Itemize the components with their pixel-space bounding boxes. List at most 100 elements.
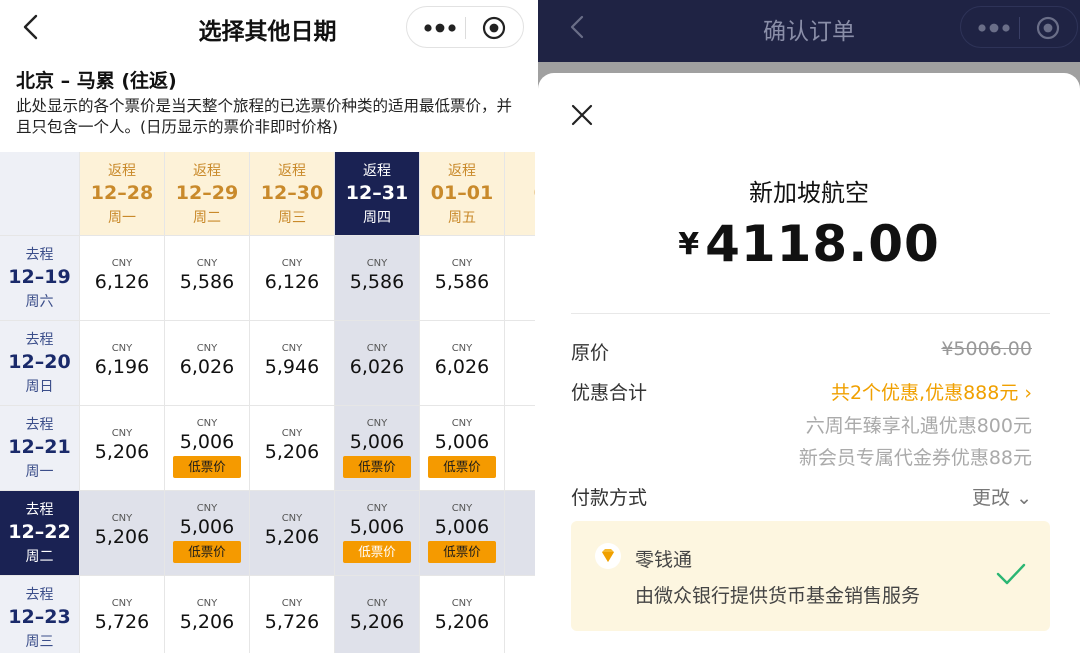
fare-price: 5,206 [349, 611, 405, 633]
return-weekday: 周四 [363, 210, 391, 226]
fare-currency: CNY [111, 598, 133, 609]
depart-date: 12–19 [8, 266, 71, 288]
fare-price: 6 [505, 258, 535, 280]
change-payment-button[interactable]: 更改 ⌄ [972, 483, 1032, 510]
depart-date-header[interactable]: 去程 12–19 周六 [0, 236, 80, 321]
fare-cell[interactable]: 6 [505, 236, 535, 321]
fare-currency: CNY [451, 598, 473, 609]
fare-price: 5,206 [94, 526, 150, 548]
fare-cell[interactable]: CNY 5,006 低票价 [335, 491, 420, 576]
fare-price: 6 [505, 513, 535, 535]
fare-cell[interactable]: CNY 6,026 [420, 321, 505, 406]
diamond-icon [595, 543, 621, 569]
return-weekday: 周五 [448, 210, 476, 226]
return-date-header[interactable]: 返程 12–31 周四 [335, 152, 420, 236]
fare-currency: CNY [111, 513, 133, 524]
payment-method-label: 付款方式 [571, 487, 648, 509]
return-label: 返 [505, 160, 535, 180]
fare-cell[interactable]: CNY 6,026 [335, 321, 420, 406]
fare-price: 5,206 [434, 611, 490, 633]
discount-summary-link[interactable]: 共2个优惠,优惠888元 › [831, 378, 1032, 405]
more-icon[interactable] [975, 19, 1013, 37]
depart-weekday: 周日 [25, 379, 54, 395]
fare-price: 6,026 [434, 356, 490, 378]
fare-cell[interactable]: CNY 5,946 [250, 321, 335, 406]
close-miniprogram-icon[interactable] [482, 16, 506, 40]
depart-date: 12–23 [8, 606, 71, 628]
fare-price: 5,206 [264, 441, 320, 463]
original-price-label: 原价 [571, 342, 610, 364]
fare-cell[interactable]: CNY 6,026 [165, 321, 250, 406]
low-fare-badge: 低票价 [343, 456, 411, 478]
fare-cell[interactable]: CNY 5,206 [420, 576, 505, 653]
fare-price: 6,196 [94, 356, 150, 378]
fare-currency: CNY [366, 418, 388, 429]
fare-cell[interactable]: 6 [505, 406, 535, 491]
close-miniprogram-icon[interactable] [1036, 16, 1060, 40]
fare-cell[interactable]: CNY 5,206 [250, 491, 335, 576]
fare-cell[interactable]: 7 [505, 321, 535, 406]
fare-cell[interactable]: CNY 5,006 低票价 [335, 406, 420, 491]
return-date-header[interactable]: 返程 12–29 周二 [165, 152, 250, 236]
divider [571, 313, 1050, 314]
more-icon[interactable] [421, 19, 459, 37]
return-date: 01 [505, 182, 535, 204]
fare-cell[interactable]: CNY 5,586 [165, 236, 250, 321]
fare-cell[interactable]: CNY 5,586 [420, 236, 505, 321]
fare-cell[interactable]: CNY 5,006 低票价 [420, 406, 505, 491]
depart-date: 12–21 [8, 436, 71, 458]
fare-cell[interactable]: CNY 5,206 [80, 406, 165, 491]
fare-cell[interactable]: CNY 5,726 [250, 576, 335, 653]
close-icon[interactable] [570, 103, 594, 127]
depart-date-header[interactable]: 去程 12–21 周一 [0, 406, 80, 491]
return-weekday: 周 [505, 207, 535, 227]
fare-price: 5,006 [434, 516, 490, 538]
capsule-divider [465, 17, 466, 39]
return-date-header[interactable]: 返程 12–28 周一 [80, 152, 165, 236]
depart-label: 去程 [25, 417, 54, 433]
fare-cell[interactable]: CNY 6,126 [80, 236, 165, 321]
fare-cell[interactable]: CNY 5,006 低票价 [165, 406, 250, 491]
fare-price: 5,206 [179, 611, 235, 633]
fare-price: 6,026 [179, 356, 235, 378]
original-price-value: ¥5006.00 [941, 338, 1032, 360]
fare-cell[interactable]: CNY 5,206 [335, 576, 420, 653]
mini-program-capsule [960, 6, 1078, 48]
fare-cell[interactable]: CNY 6,196 [80, 321, 165, 406]
fare-cell[interactable]: CNY 6,126 [250, 236, 335, 321]
discount-item: 新会员专属代金券优惠88元 [798, 447, 1032, 469]
return-date-header[interactable]: 返01 周 [505, 152, 535, 236]
depart-weekday: 周一 [25, 464, 54, 480]
fare-currency: CNY [366, 343, 388, 354]
fare-price: 5,586 [349, 271, 405, 293]
fare-price: 5,586 [179, 271, 235, 293]
return-date-header[interactable]: 返程 01–01 周五 [420, 152, 505, 236]
fare-currency: CNY [196, 418, 218, 429]
fare-cell[interactable]: CNY 5,206 [165, 576, 250, 653]
depart-date-header[interactable]: 去程 12–20 周日 [0, 321, 80, 406]
fare-cell[interactable]: 6 [505, 491, 535, 576]
depart-date-header[interactable]: 去程 12–22 周二 [0, 491, 80, 576]
fare-cell[interactable]: CNY 5,726 [80, 576, 165, 653]
depart-date-header[interactable]: 去程 12–23 周三 [0, 576, 80, 653]
fare-price: 5,206 [264, 526, 320, 548]
depart-weekday: 周二 [25, 549, 54, 565]
fare-cell[interactable]: CNY 5,206 [250, 406, 335, 491]
fare-cell[interactable]: CNY 5,586 [335, 236, 420, 321]
payment-option-lingqiantong[interactable]: 零钱通 由微众银行提供货币基金销售服务 [571, 521, 1050, 631]
depart-label: 去程 [25, 587, 54, 603]
fare-currency: CNY [111, 258, 133, 269]
low-fare-badge: 低票价 [428, 541, 496, 563]
fare-cell[interactable]: CNY 5,006 低票价 [420, 491, 505, 576]
fare-price: 5,006 [179, 516, 235, 538]
fare-cell[interactable]: 6 [505, 576, 535, 653]
fare-price: 5,726 [94, 611, 150, 633]
return-date-header[interactable]: 返程 12–30 周三 [250, 152, 335, 236]
payment-method-desc: 由微众银行提供货币基金销售服务 [635, 585, 921, 607]
fare-currency: CNY [366, 503, 388, 514]
mini-program-capsule [406, 6, 524, 48]
fare-cell[interactable]: CNY 5,206 [80, 491, 165, 576]
depart-weekday: 周六 [25, 294, 54, 310]
fare-currency: CNY [281, 513, 303, 524]
fare-cell[interactable]: CNY 5,006 低票价 [165, 491, 250, 576]
